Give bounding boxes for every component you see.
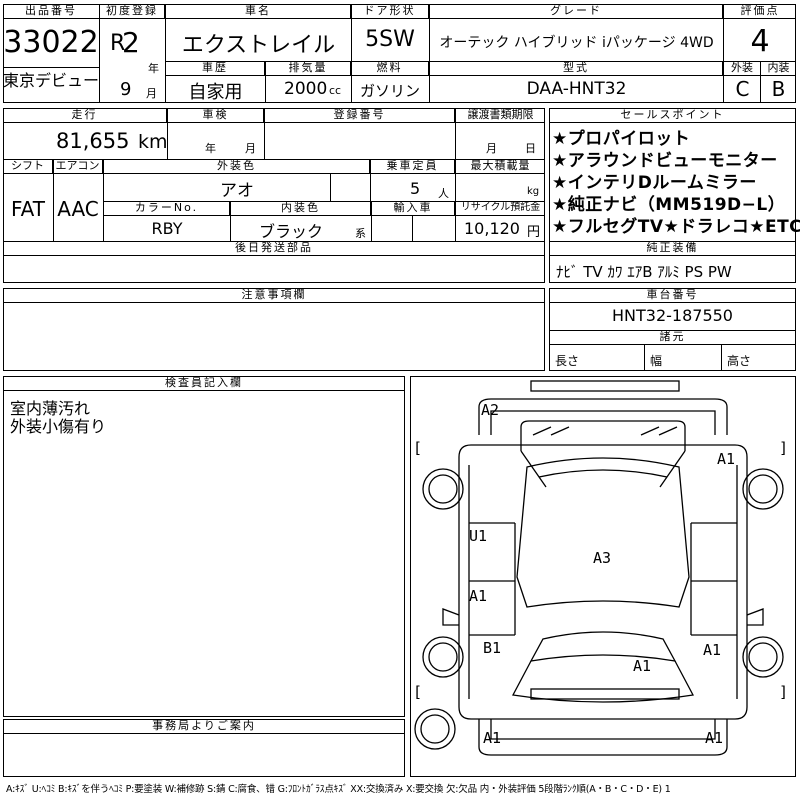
mark-rear-bumper: A2 xyxy=(481,401,500,419)
width-label: 幅 xyxy=(650,354,663,368)
sales-point-3: ★インテリDルームミラー xyxy=(552,173,757,193)
fuel: ガソリン xyxy=(359,82,420,100)
legend: A:ｷｽﾞ U:ﾍｺﾐ B:ｷｽﾞを伴うﾍｺﾐ P:要塗装 W:補修跡 S:錆 … xyxy=(6,784,671,795)
transfer-day-unit: 日 xyxy=(525,142,536,155)
ac: AAC xyxy=(57,197,99,221)
max-load-unit: kg xyxy=(527,186,540,197)
inspection-year-unit: 年 xyxy=(205,142,216,155)
mark-left-front-fender: B1 xyxy=(483,639,502,657)
model-label: 型式 xyxy=(430,61,723,76)
reg-month-unit: 月 xyxy=(146,87,157,100)
interior-color: ブラック xyxy=(258,222,323,241)
fuel-label: 燃料 xyxy=(351,61,429,76)
office-label: 事務局よりご案内 xyxy=(3,719,405,734)
score: 4 xyxy=(750,24,770,59)
color-number: RBY xyxy=(151,219,183,238)
exterior-label: 外装 xyxy=(724,61,761,76)
seats: 5 xyxy=(410,179,421,198)
door-type: 5SW xyxy=(365,27,415,52)
bracket-left-bottom: [ xyxy=(413,683,423,701)
sales-point-2: ★アラウンドビューモニター xyxy=(552,151,778,171)
mileage-label: 走行 xyxy=(3,108,167,123)
exterior-color-label: 外装色 xyxy=(104,159,370,174)
transfer-deadline-label: 譲渡書類期限 xyxy=(456,108,545,123)
mark-roof: A3 xyxy=(593,549,612,567)
later-parts-label: 後日発送部品 xyxy=(3,241,545,256)
chassis-number: HNT32-187550 xyxy=(612,306,733,325)
mark-hood: A1 xyxy=(633,657,652,675)
car-name: エクストレイル xyxy=(181,33,336,58)
color-number-label: カラーNo. xyxy=(104,201,230,216)
mark-front-bumper-right: A1 xyxy=(705,729,724,747)
interior-color-unit: 系 xyxy=(355,227,366,240)
lot-number: 33022 xyxy=(3,19,100,67)
history: 自家用 xyxy=(188,82,243,103)
bracket-right-bottom: ] xyxy=(779,683,789,701)
equipment: ﾅﾋﾞ TV ｶﾜ ｴｱB ｱﾙﾐ PS PW xyxy=(556,263,732,281)
displacement: 2000 xyxy=(284,79,328,99)
mark-left-front-door: A1 xyxy=(469,587,488,605)
model: DAA-HNT32 xyxy=(526,79,627,99)
inspection-label: 車検 xyxy=(168,108,264,123)
interior-color-label: 内装色 xyxy=(231,201,371,216)
lot-number-label: 出品番号 xyxy=(3,4,100,19)
recycle-fee: 10,120 xyxy=(464,219,520,238)
history-label: 車歴 xyxy=(166,61,265,76)
sales-point-1: ★プロパイロット xyxy=(552,129,691,149)
shift-label: シフト xyxy=(3,159,53,174)
length-label: 長さ xyxy=(555,354,580,368)
mark-right-front-tire: A1 xyxy=(703,641,722,659)
score-label: 評価点 xyxy=(724,4,796,19)
plate-label: 登録番号 xyxy=(265,108,455,123)
mark-right-rear-tire: A1 xyxy=(717,450,736,468)
displacement-unit: cc xyxy=(329,84,342,97)
reg-year-unit: 年 xyxy=(148,62,159,75)
shift: FAT xyxy=(10,197,45,221)
import-label: 輸入車 xyxy=(372,201,455,216)
inspector-label: 検査員記入欄 xyxy=(3,376,405,391)
mileage-unit: km xyxy=(138,131,168,153)
interior-grade: B xyxy=(771,77,786,101)
sales-points-label: セールスポイント xyxy=(549,108,796,123)
car-name-label: 車名 xyxy=(166,4,351,19)
inspector-line-2: 外装小傷有り xyxy=(10,417,107,436)
sales-point-4: ★純正ナビ（MM519D−L） xyxy=(552,195,786,215)
car-diagram: [ ] [ ] A2 A1 U1 A3 A1 B1 A1 A1 A1 A1 xyxy=(410,376,796,777)
inspection-month-unit: 月 xyxy=(245,142,256,155)
ac-label: エアコン xyxy=(53,159,103,174)
equipment-label: 純正装備 xyxy=(549,241,796,256)
displacement-label: 排気量 xyxy=(266,61,351,76)
first-registration-label: 初度登録 xyxy=(100,4,165,19)
interior-label: 内装 xyxy=(761,61,796,76)
height-label: 高さ xyxy=(727,354,752,368)
reg-month: 9 xyxy=(120,79,132,100)
recycle-label: リサイクル預託金 xyxy=(456,201,545,216)
seats-label: 乗車定員 xyxy=(371,159,455,174)
seats-unit: 人 xyxy=(438,187,449,200)
exterior-grade: C xyxy=(735,77,750,101)
mark-front-bumper-left: A1 xyxy=(483,729,502,747)
transfer-month-unit: 月 xyxy=(486,142,497,155)
bracket-right-top: ] xyxy=(779,439,789,457)
max-load-label: 最大積載量 xyxy=(456,159,545,174)
chassis-label: 車台番号 xyxy=(549,288,796,303)
car-outline xyxy=(414,380,784,756)
door-type-label: ドア形状 xyxy=(351,4,429,19)
reg-year: 2 xyxy=(122,26,140,59)
grade: オーテック ハイブリッド iパッケージ 4WD xyxy=(439,35,714,51)
bracket-left-top: [ xyxy=(413,439,423,457)
mark-left-rear-door: U1 xyxy=(469,527,488,545)
recycle-unit: 円 xyxy=(527,225,541,240)
grade-label: グレード xyxy=(430,4,723,19)
mileage: 81,655 xyxy=(56,129,130,153)
notes-label: 注意事項欄 xyxy=(3,288,545,303)
lot-note: 東京デビュー xyxy=(3,67,100,99)
dims-label: 諸元 xyxy=(549,330,796,345)
sales-point-5: ★フルセグTV★ドラレコ★ETC xyxy=(552,217,800,237)
